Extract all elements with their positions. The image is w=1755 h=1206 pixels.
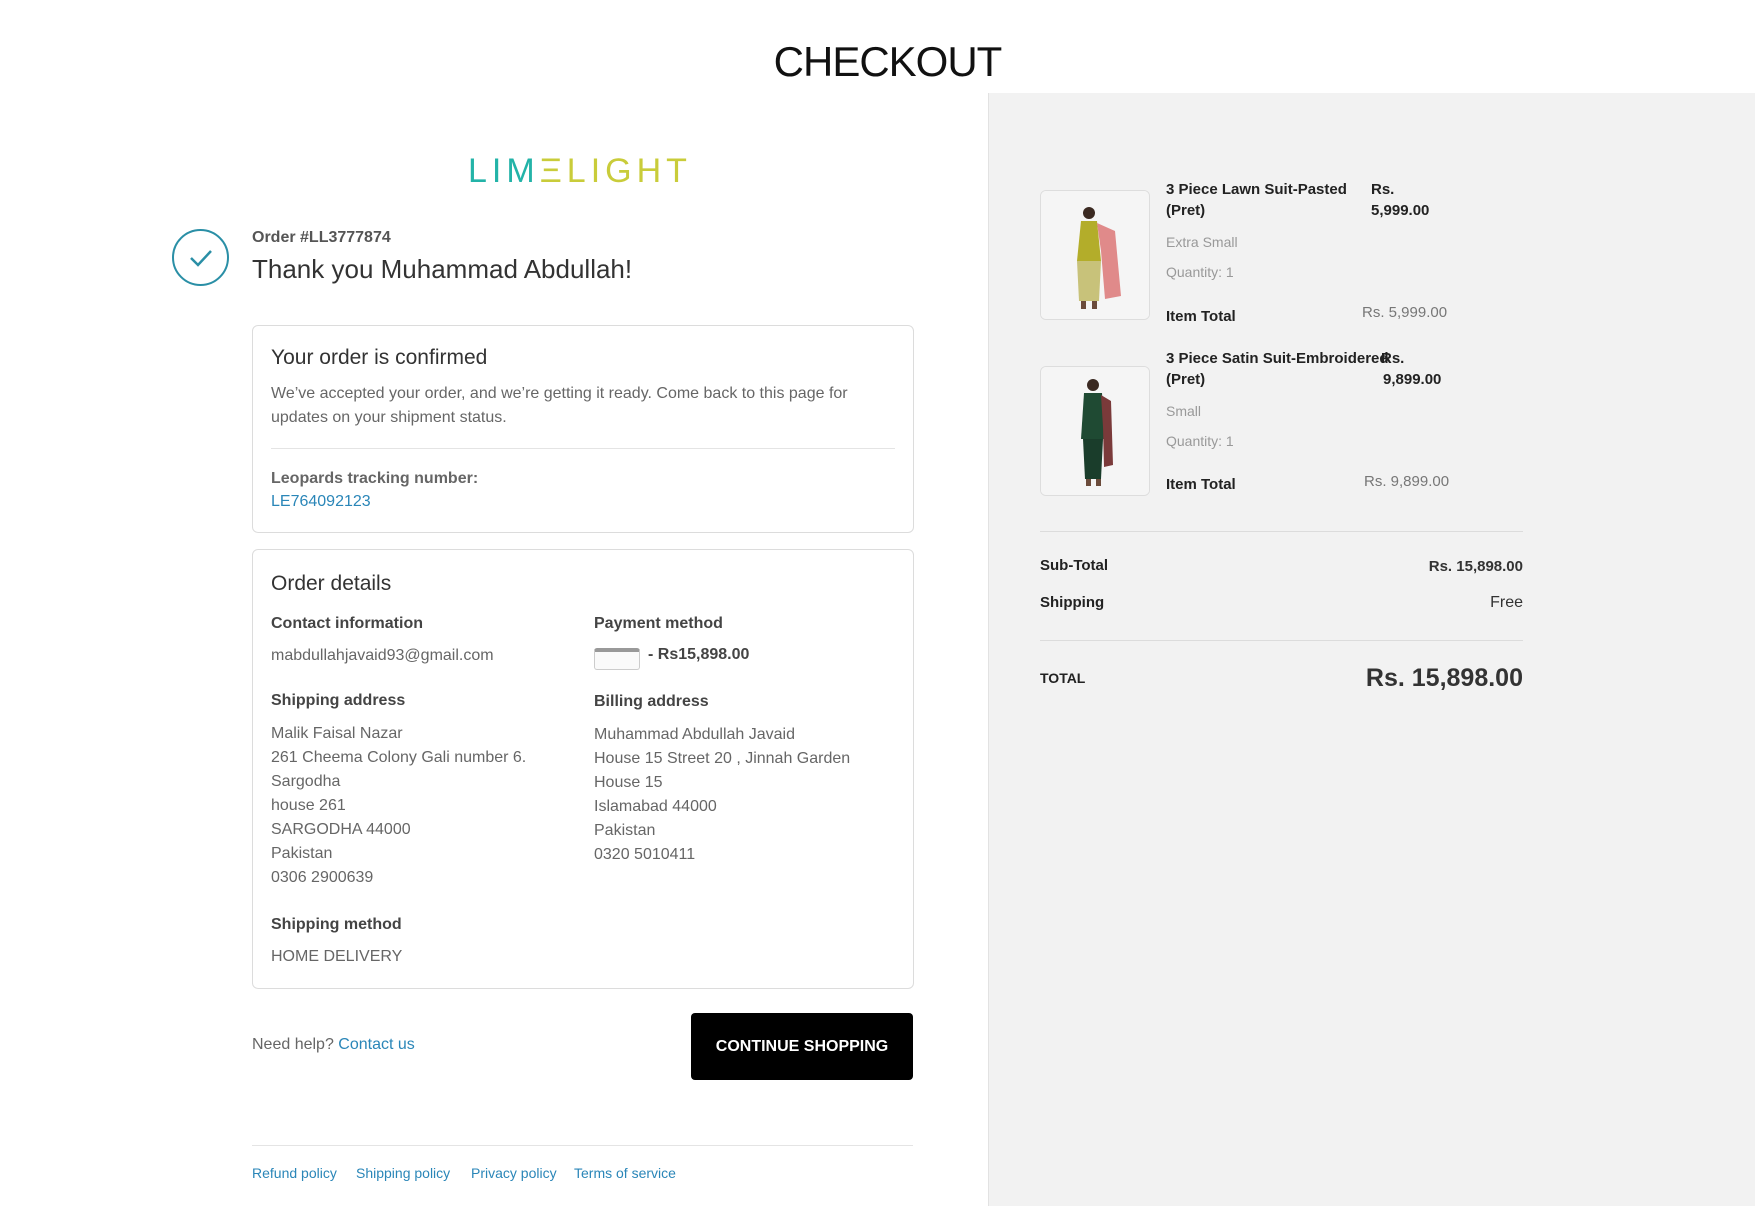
cart-item-price-line: 5,999.00 — [1371, 202, 1430, 219]
confirmation-message: We’ve accepted your order, and we’re get… — [271, 385, 848, 426]
order-number: Order #LL3777874 — [252, 229, 391, 246]
tracking-number-link[interactable]: LE764092123 — [271, 493, 371, 511]
subtotal-value: Rs. 15,898.00 — [1428, 558, 1523, 575]
shipping-address-label: Shipping address — [271, 692, 406, 709]
cart-item-price: Rs. 5,999.00 — [1371, 179, 1429, 221]
cart-item-name-line: 3 Piece Lawn Suit-Pasted — [1166, 181, 1347, 198]
item-total-value: Rs. 5,999.00 — [1362, 304, 1448, 321]
cart-item-name: 3 Piece Satin Suit-Embroidered (Pret) — [1166, 348, 1389, 390]
cart-item-name-line: 3 Piece Satin Suit-Embroidered — [1166, 350, 1389, 367]
summary-divider — [1040, 531, 1523, 532]
privacy-policy-link[interactable]: Privacy policy — [471, 1165, 557, 1181]
cart-item-quantity: Quantity: 1 — [1166, 264, 1234, 280]
confirmation-title: Your order is confirmed — [271, 346, 488, 369]
help-text: Need help? Contact us — [252, 1036, 415, 1054]
total-label: TOTAL — [1040, 670, 1086, 686]
product-image-lawn-suit[interactable] — [1040, 190, 1150, 320]
thank-you-heading: Thank you Muhammad Abdullah! — [252, 254, 633, 284]
address-line: Pakistan — [271, 845, 333, 862]
payment-amount: - Rs15,898.00 — [648, 646, 750, 663]
cart-item-size: Extra Small — [1166, 234, 1238, 250]
continue-shopping-button[interactable]: CONTINUE SHOPPING — [691, 1013, 913, 1080]
contact-info-label: Contact information — [271, 615, 423, 632]
subtotal-label: Sub-Total — [1040, 557, 1109, 574]
cart-item-name-line: (Pret) — [1166, 202, 1206, 219]
cart-item-price-line: Rs. — [1371, 181, 1395, 198]
product-image-satin-suit[interactable] — [1040, 366, 1150, 496]
address-line: House 15 Street 20 , Jinnah Garden — [594, 750, 851, 767]
refund-policy-link[interactable]: Refund policy — [252, 1165, 337, 1181]
shipping-method: HOME DELIVERY — [271, 948, 403, 965]
address-line: Sargodha — [271, 773, 341, 790]
shipping-label: Shipping — [1040, 594, 1105, 611]
cart-item-price: Rs. 9,899.00 — [1381, 348, 1441, 390]
order-details-title: Order details — [271, 572, 392, 595]
checkmark-icon — [172, 229, 229, 286]
shipping-address: Malik Faisal Nazar 261 Cheema Colony Gal… — [271, 722, 526, 890]
cart-item-name-line: (Pret) — [1166, 371, 1206, 388]
address-line: Muhammad Abdullah Javaid — [594, 726, 796, 743]
summary-divider — [1040, 640, 1523, 641]
logo-part-1: LIM — [468, 152, 540, 190]
terms-of-service-link[interactable]: Terms of service — [574, 1165, 676, 1181]
payment-method-label: Payment method — [594, 615, 723, 632]
cart-item-price-line: Rs. — [1381, 350, 1405, 367]
divider — [271, 448, 895, 449]
shipping-method-label: Shipping method — [271, 916, 402, 933]
cart-item-size: Small — [1166, 403, 1202, 419]
address-line: 261 Cheema Colony Gali number 6. — [271, 749, 527, 766]
address-line: Pakistan — [594, 822, 656, 839]
cart-item-price-line: 9,899.00 — [1383, 371, 1442, 388]
billing-address-label: Billing address — [594, 693, 709, 710]
address-line: 0306 2900639 — [271, 869, 374, 886]
logo-part-2: ΞLIGHT — [539, 152, 692, 190]
address-line: SARGODHA 44000 — [271, 821, 411, 838]
contact-us-link[interactable]: Contact us — [338, 1036, 414, 1053]
order-details-box: Order details Contact information mabdul… — [252, 549, 914, 989]
tracking-label: Leopards tracking number: — [271, 470, 479, 487]
address-line: 0320 5010411 — [594, 846, 696, 863]
address-line: House 15 — [594, 774, 663, 791]
item-total-label: Item Total — [1166, 476, 1236, 493]
billing-address: Muhammad Abdullah Javaid House 15 Street… — [594, 723, 850, 867]
confirmation-box: Your order is confirmed We’ve accepted y… — [252, 325, 914, 533]
item-total-label: Item Total — [1166, 308, 1236, 325]
total-value: Rs. 15,898.00 — [1365, 664, 1523, 692]
limelight-logo: LIMΞLIGHT — [468, 152, 692, 191]
item-total-value: Rs. 9,899.00 — [1364, 473, 1450, 490]
footer-divider — [252, 1145, 913, 1146]
shipping-policy-link[interactable]: Shipping policy — [356, 1165, 450, 1181]
card-icon — [594, 648, 640, 670]
address-line: Malik Faisal Nazar — [271, 725, 403, 742]
cart-item-quantity: Quantity: 1 — [1166, 433, 1234, 449]
contact-email: mabdullahjavaid93@gmail.com — [271, 647, 494, 664]
cart-item-name: 3 Piece Lawn Suit-Pasted (Pret) — [1166, 179, 1347, 221]
address-line: Islamabad 44000 — [594, 798, 717, 815]
shipping-value: Free — [1490, 594, 1523, 611]
address-line: house 261 — [271, 797, 346, 814]
page-title: CHECKOUT — [773, 38, 1003, 85]
help-label: Need help? — [252, 1036, 334, 1053]
